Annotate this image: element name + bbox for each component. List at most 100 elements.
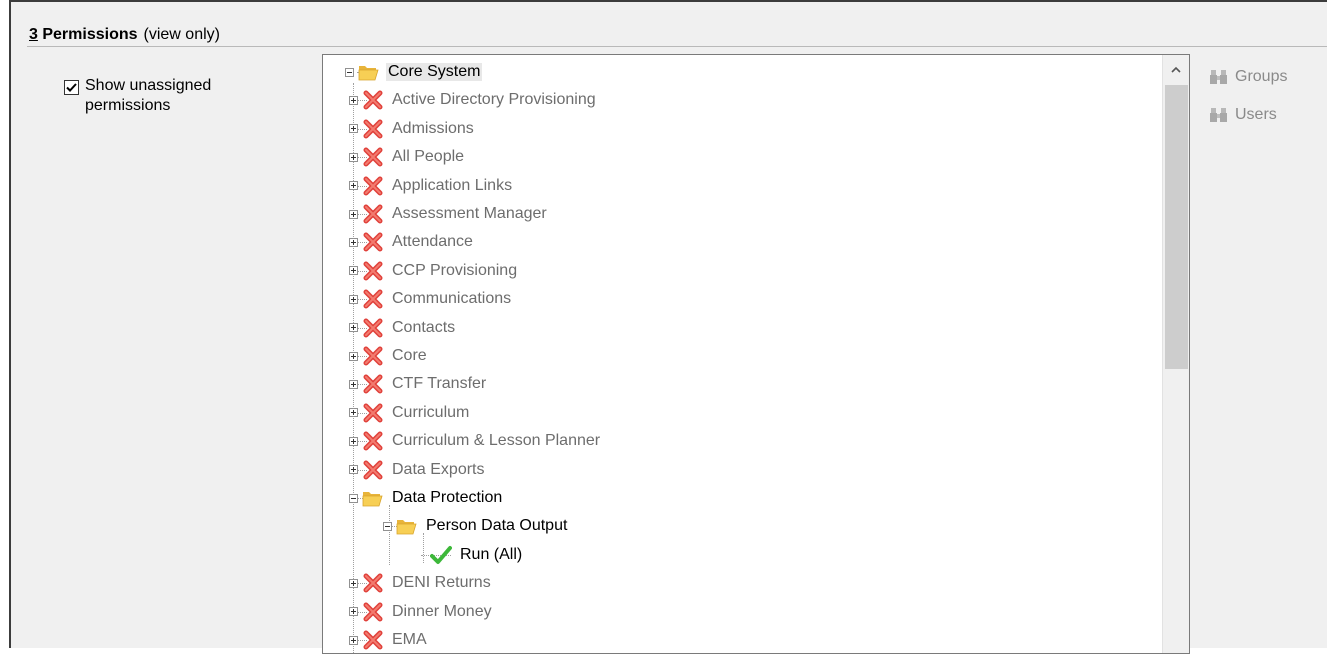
tree-node-label: Run (All): [460, 545, 523, 563]
tree-node-admissions[interactable]: Admissions: [349, 116, 476, 142]
expand-toggle[interactable]: [349, 209, 358, 219]
tree-node-label: CCP Provisioning: [392, 261, 518, 279]
tree-node-label: Curriculum: [392, 403, 470, 421]
expand-toggle[interactable]: [349, 323, 358, 333]
tree-node-all-people[interactable]: All People: [349, 144, 466, 170]
tree-node-curriculum-lesson-planner[interactable]: Curriculum & Lesson Planner: [349, 428, 602, 454]
tree-node-application-links[interactable]: Application Links: [349, 173, 514, 199]
section-header: 3 Permissions (view only): [29, 26, 220, 44]
tree-node-data-protection[interactable]: Data Protection: [349, 485, 504, 511]
expand-toggle[interactable]: [349, 408, 358, 418]
cross-icon: [362, 345, 384, 367]
tree-node-core[interactable]: Core: [349, 343, 429, 369]
folder-open-icon: [396, 515, 418, 537]
cross-icon: [362, 430, 384, 452]
tree-node-ctf-transfer[interactable]: CTF Transfer: [349, 371, 488, 397]
expand-toggle[interactable]: [349, 436, 358, 446]
tree-node-label: CTF Transfer: [392, 375, 487, 393]
tree-node-label: Attendance: [392, 233, 473, 251]
cross-icon: [362, 203, 384, 225]
tree-node-data-exports[interactable]: Data Exports: [349, 457, 486, 483]
tree-node-label: Contacts: [392, 318, 456, 336]
tree-node-curriculum[interactable]: Curriculum: [349, 400, 471, 426]
expand-toggle[interactable]: [349, 465, 358, 475]
tree-node-label: Data Protection: [392, 489, 503, 506]
permissions-panel: 3 Permissions (view only) Show unassigned…: [9, 0, 1327, 654]
folder-open-icon: [358, 61, 380, 83]
tree-node-ema[interactable]: EMA: [349, 627, 429, 653]
cross-icon: [362, 601, 384, 623]
checkbox-box[interactable]: [64, 80, 79, 95]
expand-toggle[interactable]: [349, 635, 358, 645]
cross-icon: [362, 288, 384, 310]
cross-icon: [362, 231, 384, 253]
cross-icon: [362, 89, 384, 111]
checkmark-icon: [430, 544, 452, 566]
tree-node-active-directory-provisioning[interactable]: Active Directory Provisioning: [349, 87, 598, 113]
cross-icon: [362, 317, 384, 339]
chevron-up-icon: [1171, 66, 1181, 73]
tree-node-label: All People: [392, 148, 465, 166]
tree-node-label: Active Directory Provisioning: [392, 91, 596, 109]
permissions-tree[interactable]: Core System Active Directory Provisioning…: [322, 54, 1190, 654]
cross-icon: [362, 459, 384, 481]
groups-button[interactable]: Groups: [1209, 64, 1287, 90]
tree-node-dinner-money[interactable]: Dinner Money: [349, 599, 494, 625]
collapse-toggle[interactable]: [383, 521, 392, 531]
binoculars-icon: [1209, 68, 1229, 86]
cross-icon: [362, 373, 384, 395]
tree-node-deni-returns[interactable]: DENI Returns: [349, 570, 493, 596]
expand-toggle[interactable]: [349, 578, 358, 588]
expand-toggle[interactable]: [349, 152, 358, 162]
cross-icon: [362, 175, 384, 197]
tree-node-run-all[interactable]: Run (All): [417, 542, 524, 568]
header-divider: [27, 46, 1327, 47]
expand-toggle[interactable]: [349, 294, 358, 304]
folder-open-icon: [362, 487, 384, 509]
tree-node-person-data-output[interactable]: Person Data Output: [383, 513, 569, 539]
tree-node-contacts[interactable]: Contacts: [349, 315, 457, 341]
cross-icon: [362, 118, 384, 140]
tree-node-label: DENI Returns: [392, 574, 491, 592]
tree-node-ccp-provisioning[interactable]: CCP Provisioning: [349, 258, 519, 284]
scrollbar-thumb[interactable]: [1165, 85, 1188, 369]
show-unassigned-checkbox[interactable]: Show unassigned permissions: [64, 76, 255, 116]
expand-toggle[interactable]: [349, 95, 358, 105]
users-button[interactable]: Users: [1209, 102, 1287, 128]
expand-toggle[interactable]: [349, 237, 358, 247]
cross-icon: [362, 572, 384, 594]
tree-node-communications[interactable]: Communications: [349, 286, 513, 312]
tree-node-core-system[interactable]: Core System: [345, 59, 483, 85]
expand-toggle[interactable]: [349, 607, 358, 617]
expand-toggle[interactable]: [349, 181, 358, 191]
section-number: 3: [29, 26, 38, 43]
tree-node-label: Dinner Money: [392, 602, 492, 620]
collapse-toggle[interactable]: [345, 67, 354, 77]
checkmark-icon: [66, 83, 77, 92]
tree-node-label: Core System: [386, 63, 483, 81]
tree-node-label: Curriculum & Lesson Planner: [392, 432, 601, 450]
expand-toggle[interactable]: [349, 266, 358, 276]
tree-node-label: Communications: [392, 290, 512, 308]
expand-toggle[interactable]: [349, 379, 358, 389]
show-unassigned-label: Show unassigned permissions: [85, 77, 212, 114]
tree-node-label: Data Exports: [392, 460, 485, 478]
tree-node-assessment-manager[interactable]: Assessment Manager: [349, 201, 549, 227]
section-title: 3 Permissions: [29, 26, 138, 43]
tree-node-label: Admissions: [392, 119, 474, 137]
expand-toggle[interactable]: [349, 351, 358, 361]
section-title-text: Permissions: [37, 26, 138, 43]
scroll-up-button[interactable]: [1163, 55, 1189, 83]
section-subtitle: (view only): [143, 26, 220, 43]
tree-node-label: Person Data Output: [426, 517, 568, 535]
vertical-scrollbar[interactable]: [1162, 55, 1189, 653]
expand-toggle[interactable]: [349, 124, 358, 134]
tree-node-attendance[interactable]: Attendance: [349, 229, 475, 255]
cross-icon: [362, 402, 384, 424]
groups-label: Groups: [1235, 68, 1288, 85]
binoculars-icon: [1209, 106, 1229, 124]
users-label: Users: [1235, 106, 1277, 123]
side-buttons: Groups Users: [1209, 64, 1287, 140]
collapse-toggle[interactable]: [349, 493, 358, 503]
tree-node-label: Application Links: [392, 176, 513, 194]
